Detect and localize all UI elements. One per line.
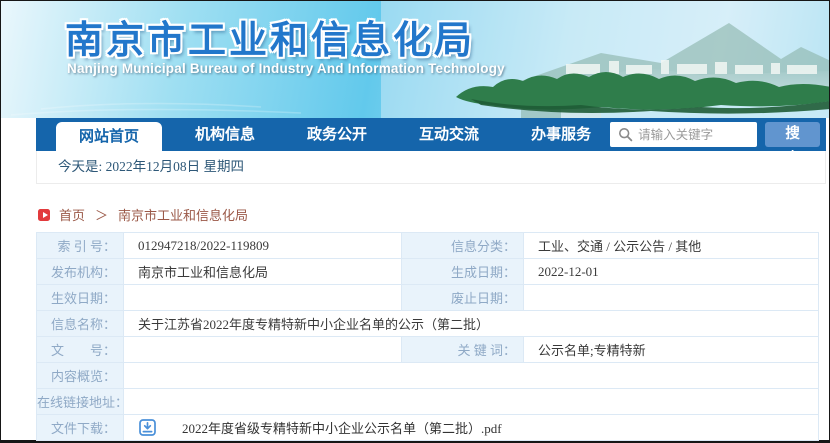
breadcrumb-home-link[interactable]: 首页 — [59, 205, 85, 224]
table-row: 内容概览： — [36, 362, 819, 389]
online-link-value — [123, 388, 819, 415]
index-number-label: 索 引 号： — [36, 232, 124, 259]
document-metadata-table: 索 引 号： 012947218/2022-119809 信息分类： 工业、交通… — [36, 232, 819, 441]
site-title: 南京市工业和信息化局 — [65, 20, 476, 62]
magnifier-icon — [619, 127, 633, 142]
publisher-label: 发布机构： — [36, 258, 124, 285]
keywords-label: 关 键 词： — [401, 336, 524, 363]
doc-number-label: 文 号： — [36, 336, 124, 363]
tab-interaction[interactable]: 互动交流 — [400, 118, 498, 151]
abolish-date-value — [523, 284, 819, 311]
download-icon[interactable] — [139, 419, 156, 436]
search-input[interactable] — [638, 127, 749, 142]
breadcrumb-separator: ＞ — [95, 208, 109, 223]
file-download-label: 文件下载： — [36, 414, 124, 441]
abolish-date-label: 废止日期： — [401, 284, 524, 311]
tab-home[interactable]: 网站首页 — [56, 122, 163, 151]
table-row: 在线链接地址： — [36, 388, 819, 415]
table-row: 文 号： 关 键 词： 公示名单;专精特新 — [36, 336, 819, 363]
index-number-value: 012947218/2022-119809 — [123, 232, 402, 259]
table-row: 文件下载： 2022年度省级专精特新中小企业公示名单（第二批）.pdf — [36, 414, 819, 441]
publisher-value: 南京市工业和信息化局 — [123, 258, 402, 285]
effective-date-value — [123, 284, 402, 311]
keywords-value: 公示名单;专精特新 — [523, 336, 819, 363]
tab-services[interactable]: 办事服务 — [512, 118, 610, 151]
table-row: 信息名称： 关于江苏省2022年度专精特新中小企业名单的公示（第二批） — [36, 310, 819, 337]
download-file-link[interactable]: 2022年度省级专精特新中小企业公示名单（第二批）.pdf — [182, 418, 502, 437]
red-arrow-marker-icon — [38, 208, 50, 221]
page: { "header": { "title": "南京市工业和信息化局", "su… — [0, 0, 830, 443]
info-category-label: 信息分类： — [401, 232, 524, 259]
generate-date-value: 2022-12-01 — [523, 258, 819, 285]
info-category-value: 工业、交通 / 公示公告 / 其他 — [523, 232, 819, 259]
main-navbar: 网站首页 机构信息 政务公开 互动交流 办事服务 搜索 — [36, 118, 826, 167]
table-row: 发布机构： 南京市工业和信息化局 生成日期： 2022-12-01 — [36, 258, 819, 285]
info-name-label: 信息名称： — [36, 310, 124, 337]
effective-date-label: 生效日期： — [36, 284, 124, 311]
tab-gov-disclosure[interactable]: 政务公开 — [288, 118, 386, 151]
info-name-value: 关于江苏省2022年度专精特新中小企业名单的公示（第二批） — [123, 310, 819, 337]
table-row: 索 引 号： 012947218/2022-119809 信息分类： 工业、交通… — [36, 232, 819, 259]
nav-chrome: 网站首页 机构信息 政务公开 互动交流 办事服务 搜索 今天是: 2022年12… — [36, 118, 826, 184]
generate-date-label: 生成日期： — [401, 258, 524, 285]
file-download-cell: 2022年度省级专精特新中小企业公示名单（第二批）.pdf — [123, 414, 819, 441]
site-banner: 南京市工业和信息化局 Nanjing Municipal Bureau of I… — [1, 1, 829, 118]
online-link-label: 在线链接地址： — [36, 388, 124, 415]
date-bar: 今天是: 2022年12月08日 星期四 — [36, 151, 826, 184]
content-overview-label: 内容概览： — [36, 362, 124, 389]
table-row: 生效日期： 废止日期： — [36, 284, 819, 311]
breadcrumb-current[interactable]: 南京市工业和信息化局 — [118, 205, 248, 224]
tab-agency-info[interactable]: 机构信息 — [176, 118, 274, 151]
content-overview-value — [123, 362, 819, 389]
breadcrumb: 首页 ＞ 南京市工业和信息化局 — [38, 205, 248, 224]
doc-number-value — [123, 336, 402, 363]
site-subtitle: Nanjing Municipal Bureau of Industry And… — [67, 61, 505, 76]
search-box[interactable] — [610, 122, 758, 147]
search-button[interactable]: 搜索 — [765, 122, 820, 167]
